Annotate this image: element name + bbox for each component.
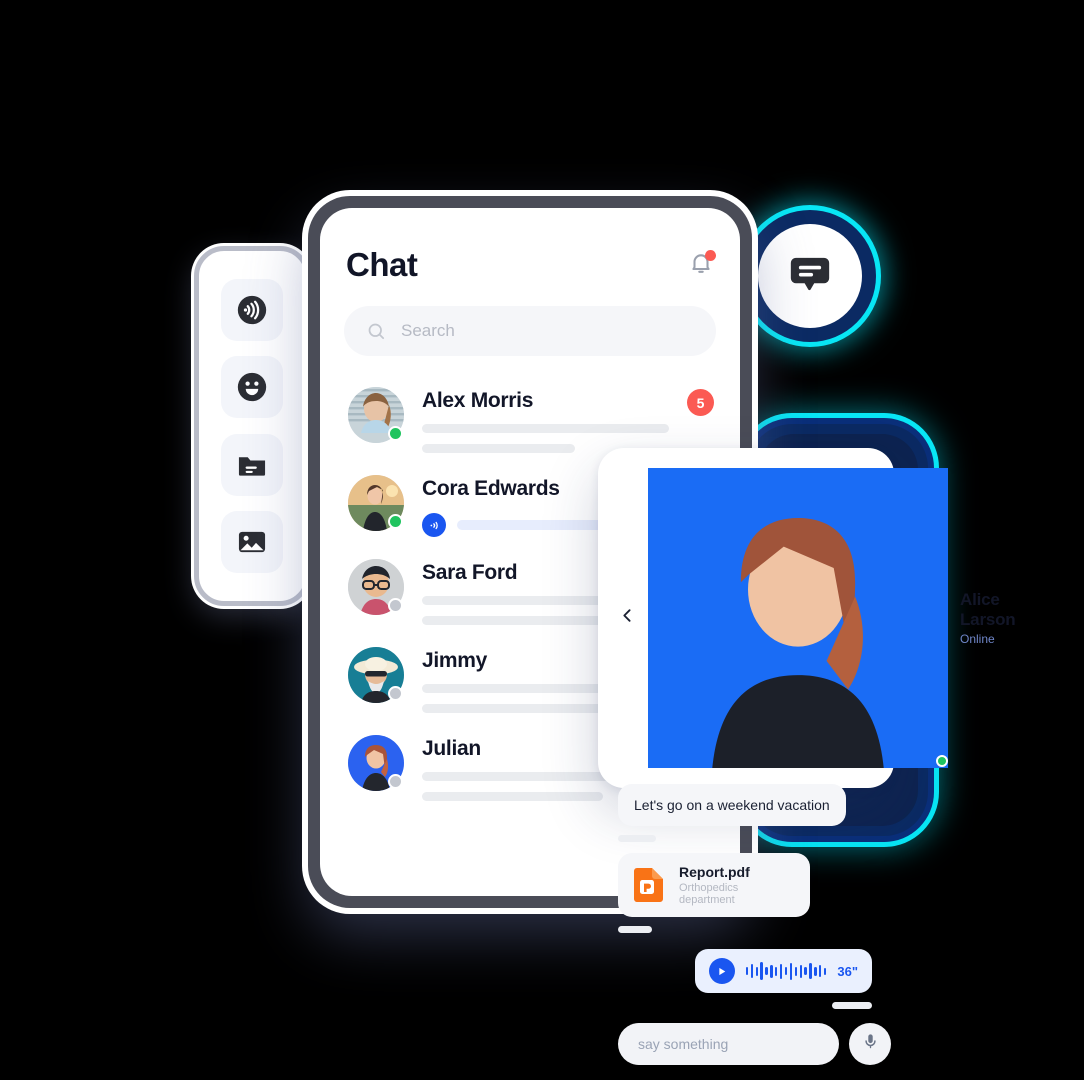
back-button[interactable] [618, 607, 636, 629]
avatar [348, 475, 404, 531]
waveform-bar [784, 967, 788, 975]
chevron-left-icon [619, 607, 636, 629]
waveform-bar [750, 964, 754, 978]
microphone-icon [861, 1032, 880, 1056]
waveform [745, 960, 827, 982]
message-input[interactable] [618, 1023, 839, 1065]
contact-name: Alice Larson [960, 590, 1016, 629]
conversation-header: Alice Larson Online [618, 468, 1016, 768]
smiley-icon [234, 369, 270, 405]
waveform-bar [804, 967, 807, 975]
avatar [348, 735, 404, 791]
unread-badge: 5 [687, 389, 714, 416]
page-title: Chat [346, 246, 418, 283]
waveform-bar [799, 964, 802, 978]
waveform-bar [755, 966, 758, 976]
voice-wave-icon [234, 292, 270, 328]
sidebar-item-emoji[interactable] [221, 356, 283, 419]
notification-dot [705, 250, 716, 261]
contact-name: Alex Morris [422, 389, 534, 412]
presence-indicator [936, 755, 948, 767]
folder-icon [234, 447, 270, 483]
bell-icon [688, 254, 714, 281]
search-icon [366, 321, 387, 342]
chat-badge-disc [758, 224, 862, 328]
waveform-bar [794, 966, 798, 976]
waveform-bar [760, 962, 763, 980]
message-skeleton [832, 1002, 872, 1009]
sidebar-item-files[interactable] [221, 433, 283, 496]
avatar [348, 559, 404, 615]
microphone-button[interactable] [849, 1023, 891, 1065]
waveform-bar [814, 966, 817, 976]
voice-play-icon[interactable] [422, 513, 446, 537]
avatar [348, 387, 404, 443]
presence-indicator [388, 774, 403, 789]
preview-skeleton-line [422, 792, 604, 801]
waveform-bar [819, 965, 822, 977]
preview-skeleton-line [422, 616, 604, 625]
pdf-file-icon [632, 867, 666, 903]
message-skeleton [618, 926, 652, 933]
preview-skeleton-line [422, 424, 669, 433]
preview-skeleton-line [422, 444, 576, 453]
attachment-meta: Report.pdf Orthopedics department [679, 864, 796, 906]
waveform-bar [779, 963, 783, 979]
search-input[interactable] [401, 321, 694, 341]
message-bubble: Let's go on a weekend vacation [618, 784, 846, 826]
chat-header: Chat [344, 246, 716, 284]
attachment-card[interactable]: Report.pdf Orthopedics department [618, 853, 810, 917]
message-list: Let's go on a weekend vacation Report.pd… [618, 784, 872, 1009]
waveform-bar [823, 967, 827, 975]
chat-badge [744, 210, 876, 342]
avatar-image [648, 468, 948, 768]
play-icon[interactable] [708, 958, 735, 984]
avatar [648, 468, 948, 768]
scene-root: Chat Search Alex Morris 5 Cora Edwards S… [0, 0, 1084, 1080]
voice-message-row: 36" [618, 949, 872, 993]
voice-duration: 36" [837, 963, 858, 979]
waveform-bar [745, 967, 749, 975]
search-bar[interactable] [344, 306, 716, 356]
left-phone-mockup [194, 246, 310, 606]
status-badge: Online [960, 632, 995, 646]
contact-identity: Alice Larson Online [960, 590, 1016, 646]
voice-message-bubble[interactable]: 36" [694, 949, 872, 993]
presence-indicator [388, 426, 403, 441]
attachment-name: Report.pdf [679, 864, 750, 880]
waveform-bar [789, 962, 793, 980]
message-composer [618, 1023, 891, 1065]
waveform-bar [809, 963, 812, 979]
preview-skeleton-line [422, 704, 604, 713]
sidebar-item-voice[interactable] [221, 278, 283, 341]
message-skeleton [618, 835, 656, 842]
notification-bell-button[interactable] [688, 250, 716, 281]
sidebar-item-photos[interactable] [221, 511, 283, 574]
waveform-bar [770, 964, 773, 978]
conversation-panel: Alice Larson Online Let's go on a weeken… [598, 448, 1016, 1065]
image-icon [234, 524, 270, 560]
attachment-subtitle: Orthopedics department [679, 882, 739, 906]
presence-indicator [388, 514, 403, 529]
presence-indicator [388, 686, 403, 701]
chat-bubble-icon [787, 251, 833, 302]
waveform-bar [765, 967, 768, 975]
avatar [348, 647, 404, 703]
list-item-body: Alex Morris [422, 387, 669, 453]
presence-indicator [388, 598, 403, 613]
waveform-bar [775, 966, 778, 976]
